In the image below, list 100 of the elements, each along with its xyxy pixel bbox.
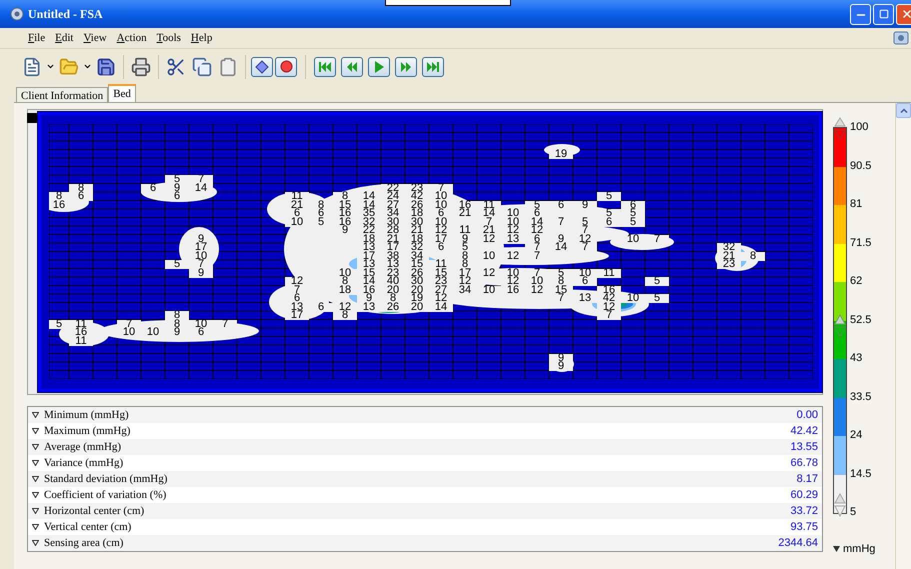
statistic-value: 33.72 xyxy=(790,504,818,519)
pressure-value: 8 xyxy=(333,192,357,201)
pressure-value: 11 xyxy=(285,192,309,201)
pressure-value: 10 xyxy=(429,192,453,201)
menu-item[interactable]: File xyxy=(24,30,50,46)
pressure-value: 16 xyxy=(501,286,525,294)
pressure-value: 12 xyxy=(333,302,357,312)
pressure-value: 13 xyxy=(381,260,405,269)
pressure-value: 6 xyxy=(549,200,573,210)
pressure-value: 20 xyxy=(405,302,429,312)
pressure-value: 12 xyxy=(597,302,621,312)
pressure-value: 15 xyxy=(405,260,429,269)
pressure-value: 10 xyxy=(501,218,525,226)
pressure-value: 7 xyxy=(117,320,141,328)
pressure-value: 13 xyxy=(357,260,381,269)
pressure-value: 16 xyxy=(597,286,621,294)
pressure-value: 21 xyxy=(405,226,429,235)
scale-label: 43 xyxy=(850,351,864,366)
pressure-value: 11 xyxy=(477,200,501,210)
pressure-value: 26 xyxy=(405,268,429,278)
pressure-value: 34 xyxy=(405,252,429,260)
pressure-value: 5 xyxy=(165,260,189,269)
pressure-value: 32 xyxy=(717,243,741,252)
pressure-value: 19 xyxy=(549,150,573,158)
scale-label: 62 xyxy=(850,274,864,289)
pressure-value: 24 xyxy=(381,192,405,201)
pressure-value: 38 xyxy=(381,252,405,260)
pressure-value: 14 xyxy=(549,243,573,252)
pressure-value: 27 xyxy=(381,200,405,210)
pressure-value: 14 xyxy=(357,192,381,201)
statistic-value: 60.29 xyxy=(790,488,818,503)
menu-item[interactable]: View xyxy=(79,30,111,46)
pressure-value: 5 xyxy=(621,209,645,218)
tab[interactable]: Bed xyxy=(108,84,136,102)
pressure-value: 14 xyxy=(429,302,453,312)
scale-label: 33.5 xyxy=(850,390,872,404)
pressure-value: 9 xyxy=(189,268,213,278)
pressure-value: 22 xyxy=(357,226,381,235)
pressure-value: 30 xyxy=(381,218,405,226)
pressure-value: 5 xyxy=(525,200,549,210)
scale-label: 100 xyxy=(850,120,870,135)
menu-item[interactable]: Edit xyxy=(51,30,78,46)
pressure-value: 35 xyxy=(357,209,381,218)
pressure-value: 10 xyxy=(621,294,645,303)
pressure-value: 19 xyxy=(405,294,429,303)
pressure-value: 34 xyxy=(381,209,405,218)
pressure-value: 5 xyxy=(573,218,597,226)
pressure-value: 42 xyxy=(597,294,621,303)
scale-label: 14.5 xyxy=(850,466,872,482)
pressure-value: 17 xyxy=(357,252,381,260)
pressure-value: 9 xyxy=(549,354,573,362)
pressure-value: 10 xyxy=(189,320,213,328)
pressure-value: 5 xyxy=(645,277,669,286)
tab[interactable]: Client Information xyxy=(16,87,108,102)
pressure-value: 18 xyxy=(405,209,429,218)
pressure-value: 7 xyxy=(189,260,213,269)
menu-item[interactable]: Help xyxy=(186,30,216,46)
menu-item[interactable]: Tools xyxy=(152,30,185,46)
pressure-value: 7 xyxy=(597,311,621,320)
pressure-value: 20 xyxy=(405,286,429,294)
pressure-value: 5 xyxy=(549,268,573,278)
scale-label: 71.5 xyxy=(850,236,872,250)
window-title: Untitled - FSA xyxy=(28,6,103,23)
scale-label: 90.5 xyxy=(850,158,872,174)
pressure-value: 23 xyxy=(717,260,741,269)
pressure-value: 8 xyxy=(381,294,405,303)
pressure-value: 10 xyxy=(525,277,549,286)
pressure-value: 23 xyxy=(405,184,429,192)
pressure-value: 11 xyxy=(69,336,93,346)
pressure-value: 8 xyxy=(165,311,189,320)
pressure-value: 42 xyxy=(405,192,429,201)
pressure-value: 15 xyxy=(549,286,573,294)
pressure-value: 22 xyxy=(381,184,405,192)
statistic-value: 93.75 xyxy=(790,520,818,535)
statistic-label: Coefficient of variation (%) xyxy=(44,488,166,503)
statistic-label: Sensing area (cm) xyxy=(44,536,124,551)
pressure-value: 8 xyxy=(69,184,93,192)
pressure-value: 5 xyxy=(597,192,621,201)
pressure-value: 32 xyxy=(357,218,381,226)
pressure-value: 8 xyxy=(165,320,189,328)
statistic-value: 2344.64 xyxy=(778,536,818,551)
scale-label: 5 xyxy=(850,505,858,520)
pressure-value: 21 xyxy=(717,252,741,260)
pressure-value: 20 xyxy=(381,286,405,294)
statistic-value: 8.17 xyxy=(796,472,818,487)
pressure-value: 17 xyxy=(285,311,309,320)
pressure-value: 9 xyxy=(549,362,573,371)
statistic-label: Horizontal center (cm) xyxy=(44,504,144,519)
menu-item[interactable]: Action xyxy=(112,30,151,46)
scale-label: 81 xyxy=(850,197,864,212)
pressure-value: 6 xyxy=(597,218,621,226)
statistic-label: Minimum (mmHg) xyxy=(44,408,129,423)
pressure-value: 40 xyxy=(381,277,405,286)
pressure-value: 5 xyxy=(621,218,645,226)
pressure-value: 6 xyxy=(621,200,645,210)
pressure-value: 7 xyxy=(525,243,549,252)
pressure-value: 8 xyxy=(49,192,69,201)
pressure-value: 14 xyxy=(525,218,549,226)
statistic-value: 0.00 xyxy=(796,408,818,423)
pressure-value: 13 xyxy=(357,302,381,312)
